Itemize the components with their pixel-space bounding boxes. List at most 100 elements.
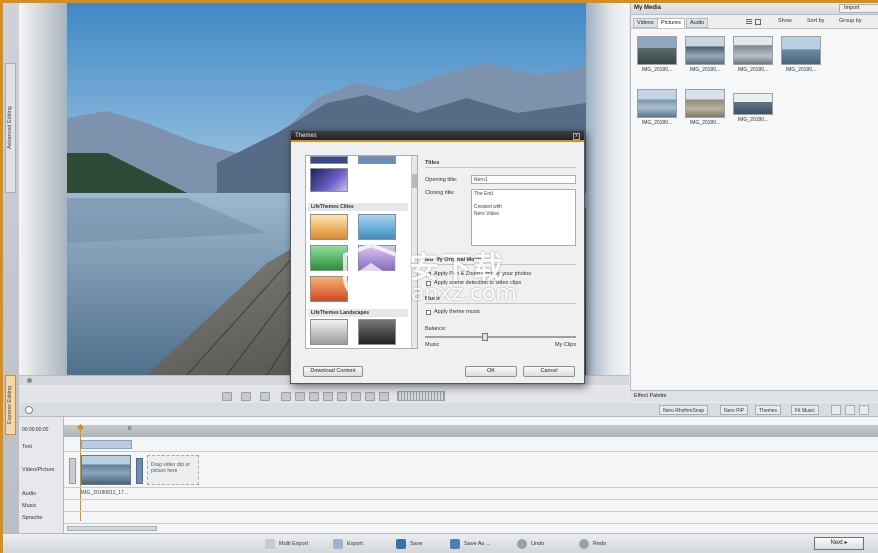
close-icon[interactable]: x: [573, 133, 580, 140]
track-label-video: Video/Picture: [22, 467, 55, 473]
tab-audio[interactable]: Audio: [686, 18, 709, 28]
my-media-panel: My Media Import Videos Pictures Audio Sh…: [630, 3, 878, 390]
group-by-dropdown[interactable]: Group by: [839, 18, 862, 24]
multi-export-label: Multi Export: [279, 541, 309, 547]
video-clip[interactable]: [81, 455, 131, 485]
media-thumb[interactable]: IMG_20180...: [733, 36, 773, 74]
export-button[interactable]: Export: [333, 538, 363, 550]
export-icon: [333, 539, 343, 549]
next-arrow-icon: ▸: [844, 540, 848, 546]
ok-button[interactable]: OK: [465, 366, 517, 377]
media-thumb[interactable]: IMG_20180...: [637, 36, 677, 74]
theme-thumb[interactable]: [358, 214, 396, 240]
list-view-icon[interactable]: [746, 19, 752, 25]
timecode: 00:00:00:00: [22, 427, 49, 433]
scrubber-handle[interactable]: [27, 378, 32, 383]
preview-left-blur: [19, 3, 67, 375]
tab-pictures[interactable]: Pictures: [657, 18, 685, 28]
redo-button[interactable]: Redo: [579, 538, 606, 550]
rewind-icon[interactable]: [323, 392, 333, 401]
theme-thumb[interactable]: [358, 319, 396, 345]
media-thumb[interactable]: IMG_20180...: [637, 89, 677, 127]
multi-export-button[interactable]: Multi Export: [265, 538, 308, 550]
media-thumb[interactable]: IMG_20180...: [781, 36, 821, 74]
nero-pip-label: Nero PiP: [724, 408, 745, 414]
transition-slot[interactable]: [136, 458, 143, 484]
balance-slider[interactable]: [425, 336, 576, 338]
media-thumb[interactable]: IMG_20180...: [685, 89, 725, 127]
save-button[interactable]: Save: [396, 538, 423, 550]
thumb-caption: IMG_20180...: [737, 117, 769, 123]
time-ruler[interactable]: 0:: [64, 425, 878, 437]
microphone-icon[interactable]: [831, 405, 841, 415]
drop-target[interactable]: Drag video clip or picture here: [147, 455, 199, 485]
grid-view-icon[interactable]: [755, 19, 761, 25]
closing-title-input[interactable]: The End Created with Nero Video: [471, 189, 576, 246]
import-button[interactable]: Import: [839, 4, 878, 13]
watermark: 安下载 anxz.com: [341, 243, 551, 313]
timeline-zoom-slider[interactable]: [67, 526, 157, 531]
scrollbar-thumb[interactable]: [412, 174, 417, 188]
fit-music-label: Fit Music: [795, 408, 815, 414]
advanced-editing-tab[interactable]: Advanced Editing: [5, 63, 16, 193]
closing-title-label: Closing title:: [425, 190, 455, 196]
watermark-shield-logo: [343, 243, 399, 305]
stop-icon[interactable]: [295, 392, 305, 401]
download-content-button[interactable]: Download Content: [303, 366, 363, 377]
layout-icon[interactable]: [260, 392, 270, 401]
theme-thumb[interactable]: [310, 214, 348, 240]
drop-hint: Drag video clip or picture here: [151, 462, 190, 474]
forward-icon[interactable]: [351, 392, 361, 401]
fit-music-button[interactable]: Fit Music: [791, 405, 819, 415]
track-label-audio: Audio: [22, 491, 37, 497]
next-button[interactable]: Next ▸: [814, 537, 864, 550]
cancel-label: Cancel: [540, 368, 558, 374]
media-thumb[interactable]: IMG_20180...: [733, 93, 773, 125]
nero-pip-button[interactable]: Nero PiP: [720, 405, 749, 415]
track-label-music: Music: [22, 503, 37, 509]
previous-icon[interactable]: [309, 392, 319, 401]
balance-slider-handle[interactable]: [482, 333, 488, 341]
import-label: Import: [844, 5, 860, 11]
express-editing-tab[interactable]: Express Editing: [5, 375, 16, 435]
undo-button[interactable]: Undo: [517, 538, 544, 550]
save-as-button[interactable]: Save As ...: [450, 538, 490, 550]
balance-left-label: Music: [425, 342, 440, 348]
monitor-icon[interactable]: [222, 392, 232, 401]
volume-icon[interactable]: [845, 405, 855, 415]
themes-dialog-title: Themes: [295, 133, 317, 139]
thumb-caption: IMG_20180...: [785, 67, 817, 73]
rhythmsnap-button[interactable]: Nero RhythmSnap: [659, 405, 709, 415]
timeline-toggle-icon[interactable]: [25, 406, 33, 414]
advanced-editing-label: Advanced Editing: [7, 106, 13, 150]
tab-videos[interactable]: Videos: [633, 18, 658, 28]
ok-label: OK: [487, 368, 495, 374]
theme-thumb[interactable]: [358, 156, 396, 164]
opening-title-input[interactable]: Nero1: [471, 175, 576, 184]
settings-icon[interactable]: [859, 405, 869, 415]
cancel-button[interactable]: Cancel: [523, 366, 575, 377]
redo-label: Redo: [593, 541, 607, 547]
media-thumb[interactable]: IMG_20180...: [685, 36, 725, 74]
record-icon[interactable]: [281, 392, 291, 401]
left-mode-strip: Advanced Editing Express Editing: [3, 3, 19, 553]
preview-right-blur: [586, 3, 629, 375]
download-label: Download Content: [310, 368, 356, 374]
thumb-caption: IMG_20180...: [689, 67, 721, 73]
theme-thumb[interactable]: [310, 319, 348, 345]
next-icon[interactable]: [365, 392, 375, 401]
grid-icon[interactable]: [241, 392, 251, 401]
media-tabs: Videos Pictures Audio Show Sort by Group…: [631, 15, 878, 29]
play-icon[interactable]: [337, 392, 347, 401]
sort-by-dropdown[interactable]: Sort by: [807, 18, 824, 24]
text-clip[interactable]: [81, 440, 132, 449]
fullscreen-icon[interactable]: [379, 392, 389, 401]
effect-palette-bar[interactable]: Effect Palette: [630, 390, 878, 402]
show-dropdown[interactable]: Show: [778, 18, 792, 24]
track-labels: 00:00:00:00 Text Video/Picture Audio Mus…: [19, 417, 64, 533]
jog-wheel[interactable]: [397, 391, 445, 401]
transition-slot[interactable]: [69, 458, 76, 484]
theme-thumb[interactable]: [310, 168, 348, 192]
themes-button[interactable]: Themes: [755, 405, 782, 415]
theme-thumb[interactable]: [310, 156, 348, 164]
